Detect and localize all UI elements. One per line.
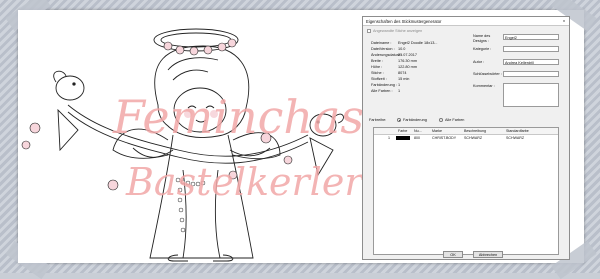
info-value-time: 15 min [398,77,410,81]
info-value-height: 122.80 mm [398,65,417,69]
info-label-time: Stoffzeit : [371,77,387,81]
col-header-number: Nu... [414,129,422,133]
info-label-color-changes: Farbänderung : [371,83,397,87]
color-table[interactable]: Farbe Nu... Marke Beschreibung Standardf… [373,127,559,255]
info-value-width: 176.30 mm [398,59,417,63]
all-colors-radio[interactable] [439,118,443,122]
info-value-color-changes: 1 [398,83,401,87]
cancel-button[interactable]: Abbrechen [473,251,503,258]
row-number: 800 [414,136,420,140]
author-field[interactable]: Andrea Kellerdrill [503,59,559,65]
watermark-line2: Bastelkerler [126,160,362,204]
info-label-height: Höhe : [371,65,383,69]
all-colors-radio-label: Alle Farben [445,118,465,122]
dialog-titlebar: Eigenschaften des Stickmustergenerator x [363,17,569,26]
row-description: SCHWARZ [464,136,483,140]
ok-button[interactable]: OK [443,251,463,258]
info-label-all-colors: Alle Farben : [371,89,393,93]
row-index: 1 [388,136,390,140]
show-stitches-label: Angewandte Stiche anzeigen [373,29,423,33]
design-name-field[interactable]: Engel2 [503,34,559,40]
color-swatch [396,136,410,140]
author-label: Autor : [473,60,485,64]
comments-label: Kommentar : [473,84,495,88]
comments-field[interactable] [503,83,559,107]
info-value-filename: Engel2 Doodle 18x13... [398,41,438,45]
properties-dialog: Eigenschaften des Stickmustergenerator x… [362,16,570,260]
info-label-stitches: Stiche : [371,71,384,75]
info-label-filename: Dateiname : [371,41,392,45]
row-brand: CHRIST.BODY [432,136,457,140]
color-change-radio[interactable] [397,118,401,122]
color-change-radio-label: Farbänderung [403,118,427,122]
close-button[interactable]: x [561,18,567,23]
info-value-version: 10.0 [398,47,406,51]
design-canvas[interactable]: Feminchas Bastelkerler [18,10,362,263]
row-standard: SCHWARZ [506,136,525,140]
show-stitches-checkbox[interactable] [367,29,371,33]
info-value-stitches: 8074 [398,71,407,75]
dialog-title: Eigenschaften des Stickmustergenerator [366,18,442,24]
category-label: Kategorie : [473,47,492,51]
info-value-modified: 25.07.2017 [398,53,418,57]
keywords-field[interactable] [503,71,559,77]
color-table-header: Farbe Nu... Marke Beschreibung Standardf… [374,128,558,135]
col-header-brand: Marke [432,129,442,133]
col-header-standard: Standardfarbe [506,129,529,133]
info-label-width: Breite : [371,59,384,63]
col-header-color: Farbe [398,129,408,133]
info-value-all-colors: 1 [398,89,401,93]
col-header-description: Beschreibung [464,129,486,133]
keywords-label: Schlüsselwörter : [473,72,502,76]
design-name-label: Name des Designs : [473,34,491,43]
color-sequence-label: Farbreihe: [369,118,387,122]
watermark-line1: Feminchas [113,90,362,144]
category-field[interactable] [503,46,559,52]
table-row[interactable]: 1 800 CHRIST.BODY SCHWARZ SCHWARZ [374,135,558,141]
info-label-version: DateiVersion : [371,47,395,51]
